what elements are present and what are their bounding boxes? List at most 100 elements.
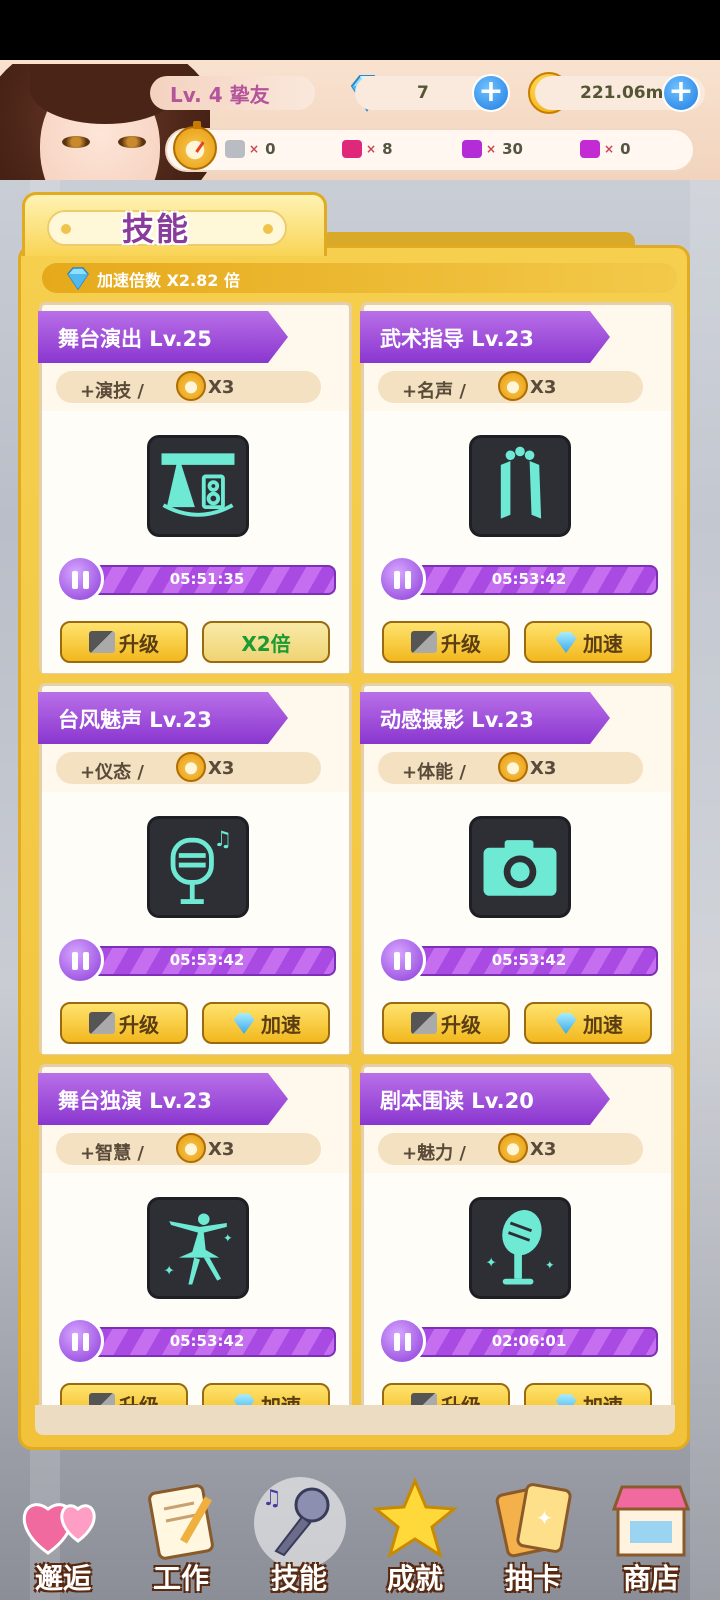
camera-icon[interactable] bbox=[469, 816, 571, 918]
pause-button[interactable] bbox=[56, 555, 104, 603]
clapper-icon bbox=[411, 1012, 437, 1034]
stopwatch-icon bbox=[498, 371, 528, 401]
skill-stat: +名声 / bbox=[402, 381, 466, 402]
speedup-button[interactable]: 加速 bbox=[202, 1383, 330, 1405]
nav-label: 抽卡 bbox=[504, 1562, 561, 1595]
nav-shop[interactable]: 商店 bbox=[592, 1465, 710, 1600]
skill-grid: 舞台演出 Lv.25 +演技 / X3 05:51:35 升级 X2倍 武术指导… bbox=[35, 300, 675, 1405]
skill-name: 剧本围读 Lv.20 bbox=[380, 1089, 534, 1113]
skill-name: 舞台独演 Lv.23 bbox=[58, 1089, 212, 1113]
svg-text:✦: ✦ bbox=[536, 1506, 553, 1530]
ticket-pink-icon bbox=[342, 140, 362, 158]
nav-encounter[interactable]: 邂逅 bbox=[4, 1465, 122, 1600]
add-coin-button[interactable]: + bbox=[662, 74, 700, 112]
stopwatch-icon bbox=[498, 1133, 528, 1163]
bottom-nav: 邂逅 工作 ♫ 技能 成就 ✦ 抽卡 商店 bbox=[0, 1455, 720, 1600]
nav-skills[interactable]: ♫ 技能 bbox=[240, 1465, 358, 1600]
nav-draw[interactable]: ✦ 抽卡 bbox=[474, 1465, 592, 1600]
mic-music-icon: ♫ bbox=[262, 1486, 330, 1557]
pause-button[interactable] bbox=[378, 555, 426, 603]
retro-mic-icon[interactable]: ✦ ✦ bbox=[469, 1197, 571, 1299]
skill-timer: 02:06:01 bbox=[491, 1332, 567, 1350]
skill-timer: 05:53:42 bbox=[491, 570, 567, 588]
diamond-icon bbox=[555, 1394, 577, 1405]
nav-label: 成就 bbox=[386, 1562, 443, 1595]
skill-multiplier: X3 bbox=[208, 377, 235, 398]
skill-stat: +演技 / bbox=[80, 381, 144, 402]
skill-timer: 05:53:42 bbox=[491, 951, 567, 969]
nav-work[interactable]: 工作 bbox=[122, 1465, 240, 1600]
speedup-button[interactable]: 加速 bbox=[524, 1383, 652, 1405]
svg-text:♫: ♫ bbox=[213, 826, 232, 851]
nav-label: 工作 bbox=[152, 1562, 209, 1595]
skill-stat: +魅力 / bbox=[402, 1143, 466, 1164]
upgrade-button[interactable]: 升级 bbox=[382, 1002, 510, 1044]
add-diamond-button[interactable]: + bbox=[472, 74, 510, 112]
clapper-icon bbox=[89, 1012, 115, 1034]
diamond-icon bbox=[555, 632, 577, 653]
skill-card-photo: 动感摄影 Lv.23 +体能 / X3 05:53:42 升级 加速 bbox=[360, 683, 674, 1055]
ticket-purple: × 30 bbox=[462, 140, 523, 158]
skill-stat: +仪态 / bbox=[80, 762, 144, 783]
shop-icon bbox=[611, 1485, 691, 1557]
ticket-gray: × 0 bbox=[225, 140, 276, 158]
upgrade-button[interactable]: 升级 bbox=[60, 621, 188, 663]
pause-button[interactable] bbox=[56, 1317, 104, 1365]
nunchaku-icon[interactable] bbox=[469, 435, 571, 537]
speed-multiplier-text: 加速倍数 X2.82 倍 bbox=[97, 271, 240, 290]
clapper-icon bbox=[411, 631, 437, 653]
nav-achievements[interactable]: 成就 bbox=[356, 1465, 474, 1600]
skill-stat: +智慧 / bbox=[80, 1143, 144, 1164]
ticket-violet-icon bbox=[580, 140, 600, 158]
svg-text:✦: ✦ bbox=[545, 1258, 555, 1272]
star-icon bbox=[372, 1477, 458, 1559]
stopwatch-icon bbox=[176, 371, 206, 401]
skill-card-voice: 台风魅声 Lv.23 +仪态 / X3 ♫ 05:53:42 升级 加速 bbox=[38, 683, 352, 1055]
ticket-pink: × 8 bbox=[342, 140, 393, 158]
hearts-icon bbox=[22, 1503, 96, 1555]
skill-multiplier: X3 bbox=[208, 758, 235, 779]
upgrade-button[interactable]: 升级 bbox=[60, 1002, 188, 1044]
skill-name: 武术指导 Lv.23 bbox=[380, 327, 534, 351]
skill-card-stage: 舞台演出 Lv.25 +演技 / X3 05:51:35 升级 X2倍 bbox=[38, 302, 352, 674]
pause-button[interactable] bbox=[56, 936, 104, 984]
svg-text:✦: ✦ bbox=[163, 1264, 174, 1279]
pause-button[interactable] bbox=[378, 936, 426, 984]
double-button[interactable]: X2倍 bbox=[202, 621, 330, 663]
skill-multiplier: X3 bbox=[530, 758, 557, 779]
skill-multiplier: X3 bbox=[530, 377, 557, 398]
upgrade-button[interactable]: 升级 bbox=[60, 1383, 188, 1405]
ballerina-icon[interactable]: ✦ ✦ bbox=[147, 1197, 249, 1299]
ticket-purple-icon bbox=[462, 140, 482, 158]
speedup-button[interactable]: 加速 bbox=[202, 1002, 330, 1044]
clapper-icon bbox=[89, 631, 115, 653]
nav-label: 邂逅 bbox=[34, 1562, 91, 1595]
skill-multiplier: X3 bbox=[530, 1139, 557, 1160]
upgrade-button[interactable]: 升级 bbox=[382, 1383, 510, 1405]
pause-button[interactable] bbox=[378, 1317, 426, 1365]
skill-name: 动感摄影 Lv.23 bbox=[380, 708, 534, 732]
skill-timer: 05:53:42 bbox=[169, 1332, 245, 1350]
player-level: Lv. 4 挚友 bbox=[150, 76, 315, 110]
skill-name: 舞台演出 Lv.25 bbox=[58, 327, 212, 351]
panel-floor bbox=[35, 1405, 675, 1435]
speedup-button[interactable]: 加速 bbox=[524, 621, 652, 663]
nav-label: 商店 bbox=[622, 1562, 679, 1595]
notepad-icon bbox=[148, 1484, 214, 1560]
clapper-icon bbox=[89, 1393, 115, 1405]
svg-text:✦: ✦ bbox=[223, 1231, 233, 1245]
svg-text:♫: ♫ bbox=[262, 1486, 282, 1511]
skill-timer: 05:53:42 bbox=[169, 951, 245, 969]
ticket-gray-icon bbox=[225, 140, 245, 158]
clapper-icon bbox=[411, 1393, 437, 1405]
nav-label: 技能 bbox=[270, 1562, 327, 1595]
ticket-violet: × 0 bbox=[580, 140, 631, 158]
microphone-icon[interactable]: ♫ bbox=[147, 816, 249, 918]
skill-card-solo: 舞台独演 Lv.23 +智慧 / X3 ✦✦ 05:53:42 升级 加速 bbox=[38, 1064, 352, 1405]
svg-text:✦: ✦ bbox=[485, 1256, 496, 1271]
stage-icon[interactable] bbox=[147, 435, 249, 537]
skill-multiplier: X3 bbox=[208, 1139, 235, 1160]
speedup-button[interactable]: 加速 bbox=[524, 1002, 652, 1044]
skill-stat: +体能 / bbox=[402, 762, 466, 783]
upgrade-button[interactable]: 升级 bbox=[382, 621, 510, 663]
